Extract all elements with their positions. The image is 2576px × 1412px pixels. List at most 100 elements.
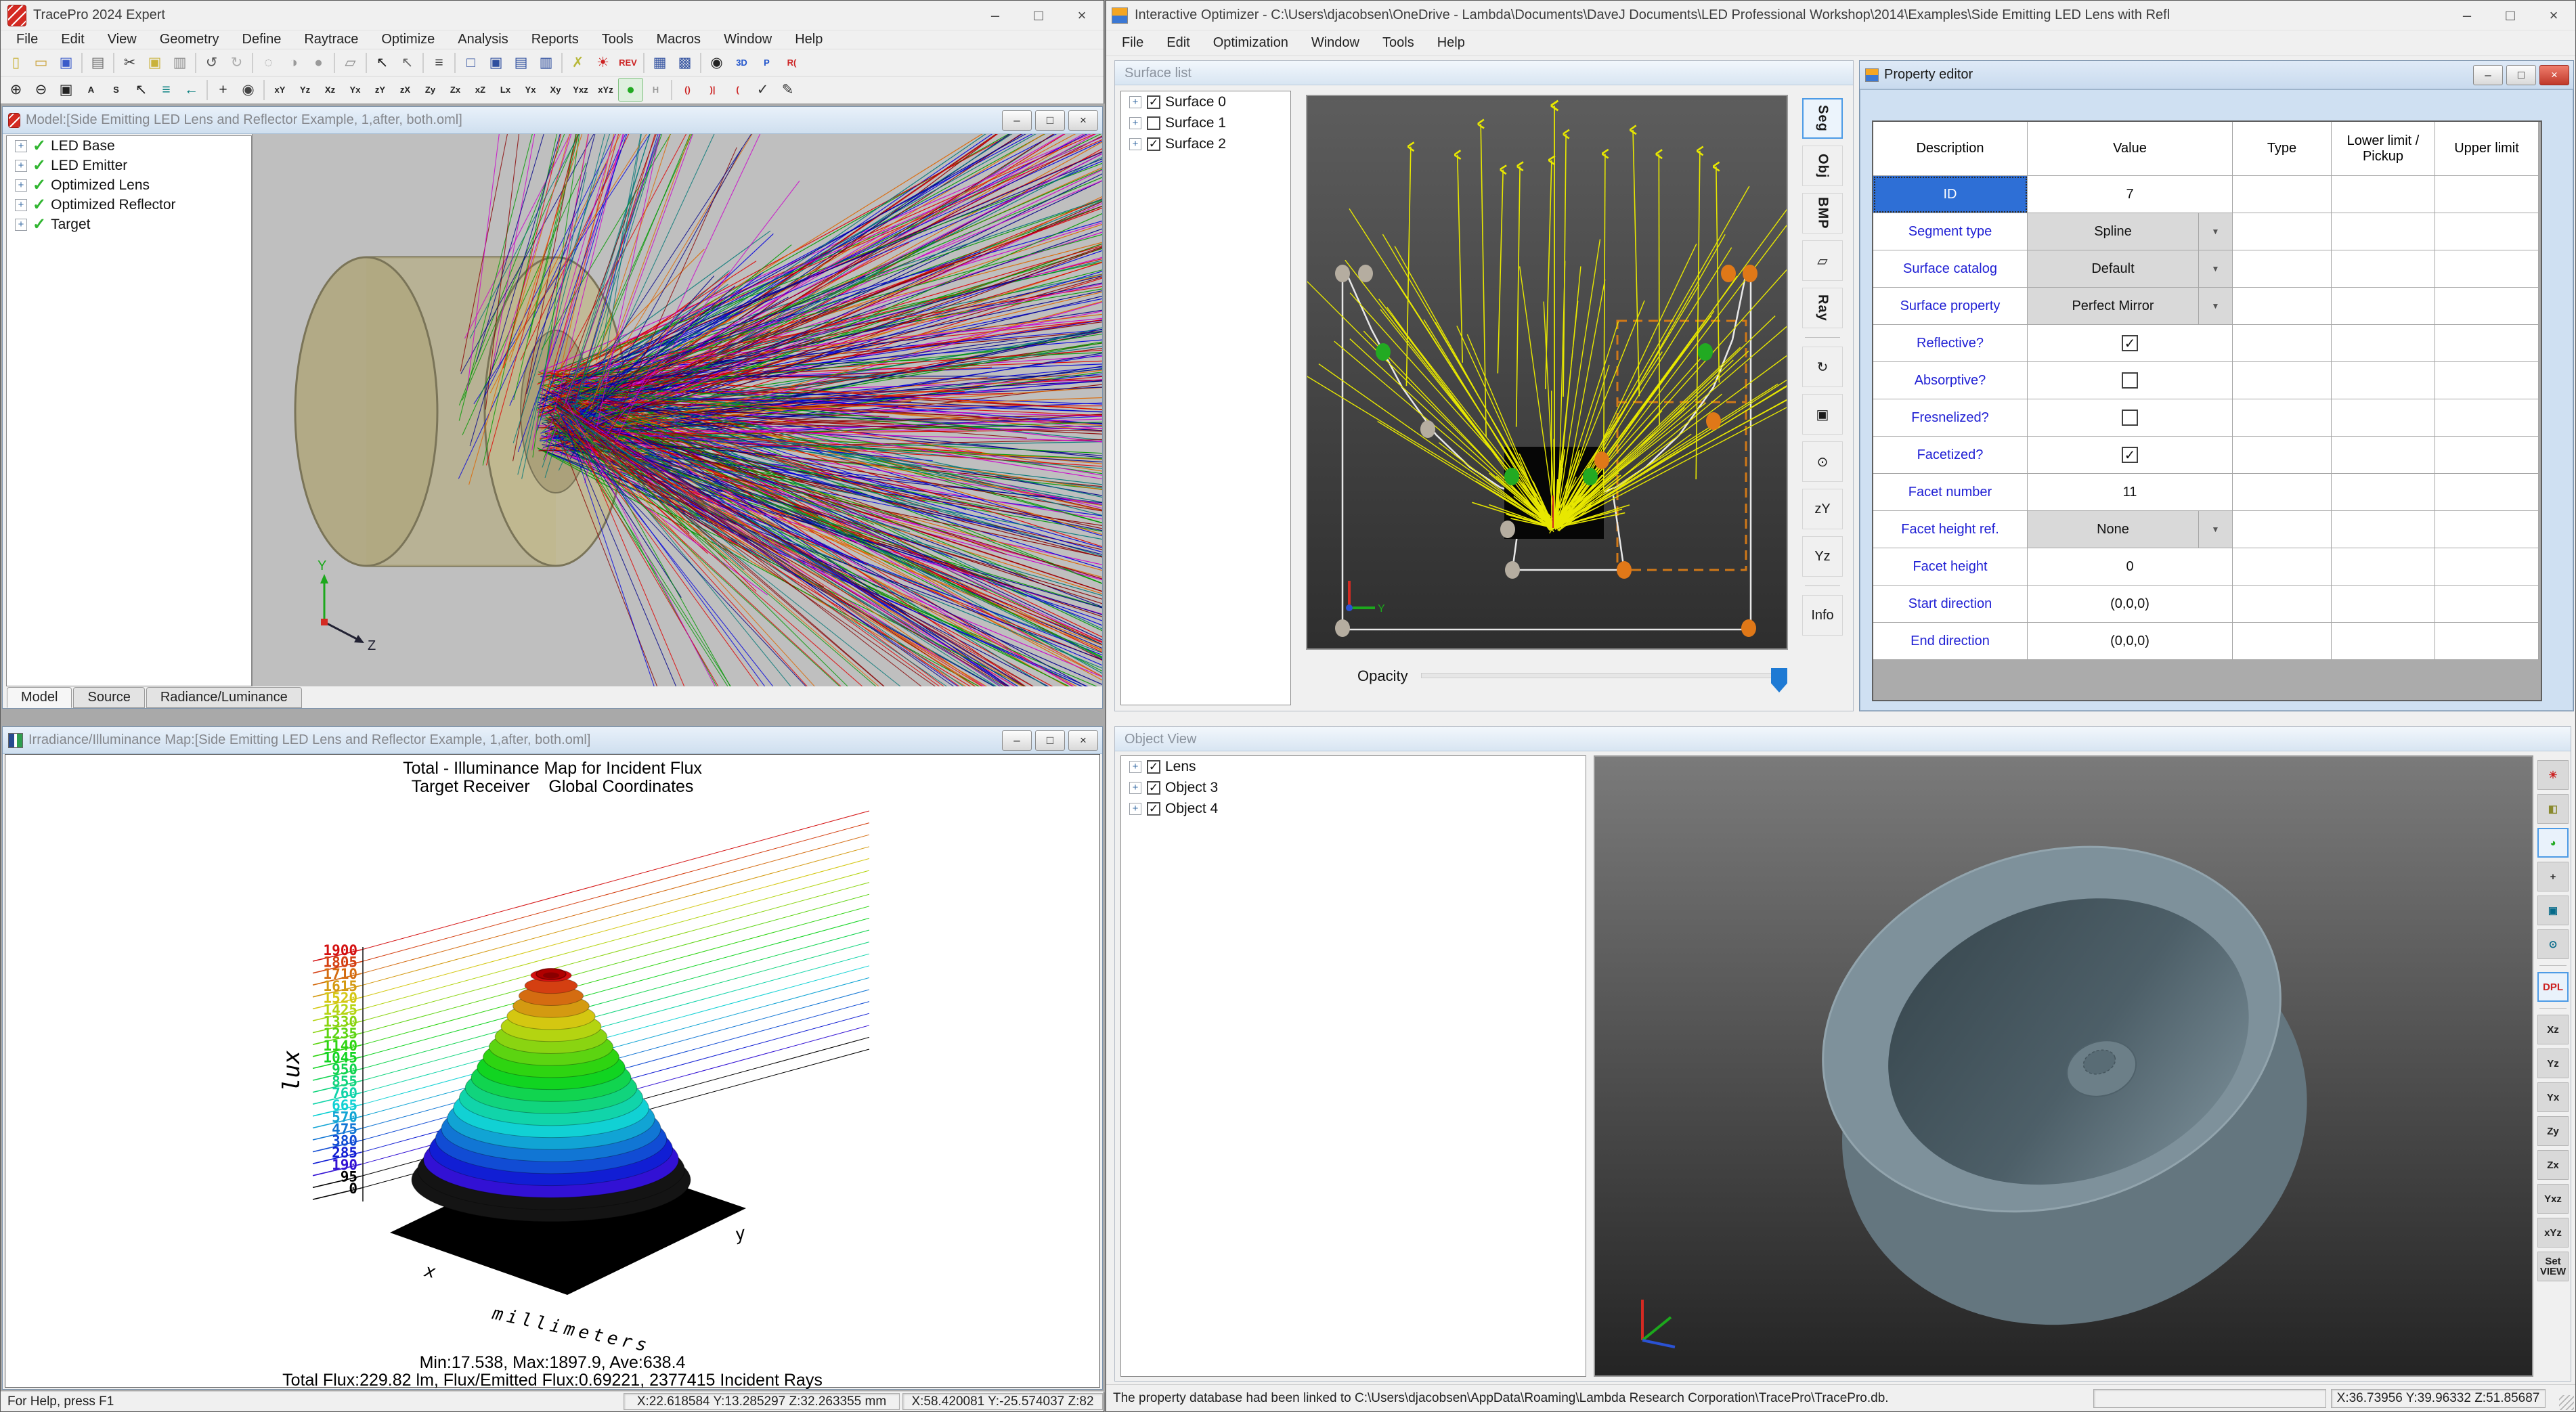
dropdown-arrow-icon[interactable]: ▼: [2199, 288, 2233, 325]
menu-item-help[interactable]: Help: [783, 30, 834, 49]
close-button[interactable]: ×: [1060, 1, 1104, 30]
view-yz-icon[interactable]: Yz: [2537, 1049, 2569, 1078]
view-xz2-icon[interactable]: xZ: [468, 78, 493, 102]
resize-grip[interactable]: [2559, 1395, 2574, 1410]
property-value-checkbox-cell[interactable]: [2028, 362, 2233, 399]
view-yx-icon[interactable]: Yx: [2537, 1082, 2569, 1112]
opacity-slider-thumb[interactable]: [1771, 668, 1787, 692]
tab-radiance-luminance[interactable]: Radiance/Luminance: [146, 687, 302, 708]
menu-item-raytrace[interactable]: Raytrace: [292, 30, 370, 49]
window-cascade-icon[interactable]: ▣: [483, 51, 508, 74]
repeat-trace-icon[interactable]: R(: [779, 51, 804, 74]
expand-icon[interactable]: +: [15, 199, 27, 211]
menu-item-help[interactable]: Help: [1426, 34, 1477, 52]
control-point-selected[interactable]: [1706, 412, 1721, 430]
tab-source[interactable]: Source: [73, 687, 144, 708]
object-tree-item-object-4[interactable]: +✓Object 4: [1121, 798, 1586, 819]
expand-icon[interactable]: +: [1129, 782, 1141, 794]
surface-tree-item-surface-2[interactable]: +✓Surface 2: [1121, 133, 1290, 154]
ray-back-icon[interactable]: ←: [179, 78, 204, 102]
polyline-icon[interactable]: P: [754, 51, 779, 74]
expand-icon[interactable]: +: [15, 160, 27, 172]
visibility-checkbox[interactable]: ✓: [1147, 137, 1160, 151]
view-lx-icon[interactable]: Zx: [443, 78, 468, 102]
minimize-button[interactable]: –: [974, 1, 1017, 30]
ray-sort-icon[interactable]: ≡: [154, 78, 179, 102]
control-point-fixed[interactable]: [1335, 265, 1350, 282]
model-tree-item-target[interactable]: +✓Target: [7, 215, 251, 234]
menu-item-file[interactable]: File: [5, 30, 49, 49]
model-window-titlebar[interactable]: Model:[Side Emitting LED Lens and Reflec…: [3, 107, 1102, 134]
menu-item-optimize[interactable]: Optimize: [370, 30, 446, 49]
pan-icon[interactable]: +: [2537, 862, 2569, 891]
rotate-axes-icon[interactable]: ↻: [1802, 347, 1843, 387]
property-value[interactable]: 11: [2028, 474, 2233, 511]
menu-item-analysis[interactable]: Analysis: [446, 30, 519, 49]
view-iso1-icon[interactable]: Yxz: [2537, 1184, 2569, 1214]
view-iso2-icon[interactable]: xYz: [2537, 1218, 2569, 1248]
visibility-checkbox[interactable]: [1147, 116, 1160, 130]
orbit-sphere-icon[interactable]: ●: [618, 78, 643, 102]
menu-item-define[interactable]: Define: [231, 30, 293, 49]
expand-icon[interactable]: +: [15, 140, 27, 152]
control-point-selected[interactable]: [1617, 561, 1632, 579]
ruler-icon[interactable]: ▱: [1802, 240, 1843, 281]
property-value[interactable]: (0,0,0): [2028, 623, 2233, 660]
control-point-active[interactable]: [1583, 468, 1598, 485]
property-row-facet-height-ref-[interactable]: Facet height ref.: [1873, 511, 2028, 548]
optimizer-titlebar[interactable]: Interactive Optimizer - C:\Users\djacobs…: [1106, 1, 2575, 30]
control-point-fixed[interactable]: [1505, 561, 1520, 579]
open-folder-icon[interactable]: ▭: [28, 51, 53, 74]
source-rays-icon[interactable]: ☀: [2537, 760, 2569, 790]
view-lx2-icon[interactable]: Lx: [493, 78, 518, 102]
object-3d-viewport[interactable]: [1594, 755, 2533, 1377]
view-iso-icon[interactable]: Yxz: [568, 78, 593, 102]
menu-item-macros[interactable]: Macros: [645, 30, 712, 49]
insert-rays-icon[interactable]: ✗: [565, 51, 590, 74]
menu-item-window[interactable]: Window: [712, 30, 783, 49]
control-point-active[interactable]: [1504, 468, 1519, 485]
model-tree-item-led-emitter[interactable]: +✓LED Emitter: [7, 156, 251, 175]
ray-button[interactable]: Ray: [1802, 288, 1843, 328]
property-row-reflective-[interactable]: Reflective?: [1873, 325, 2028, 362]
opacity-slider[interactable]: [1421, 673, 1784, 678]
visibility-checkbox[interactable]: ✓: [1147, 760, 1160, 774]
property-value-checkbox-cell[interactable]: ✓: [2028, 437, 2233, 474]
model-tree-item-optimized-reflector[interactable]: +✓Optimized Reflector: [7, 195, 251, 215]
view-ly-icon[interactable]: Zy: [418, 78, 443, 102]
dpl-raytrace-icon[interactable]: DPL: [2537, 972, 2569, 1002]
control-point-selected[interactable]: [1594, 451, 1609, 469]
property-value[interactable]: (0,0,0): [2028, 586, 2233, 623]
property-row-end-direction[interactable]: End direction: [1873, 623, 2028, 660]
model-close-button[interactable]: ×: [1068, 110, 1098, 131]
control-point-active[interactable]: [1698, 343, 1713, 361]
menu-item-geometry[interactable]: Geometry: [148, 30, 231, 49]
obj-button[interactable]: Obj: [1802, 146, 1843, 186]
property-value[interactable]: 0: [2028, 548, 2233, 586]
zoom-window-icon[interactable]: ▣: [53, 78, 79, 102]
h-icon[interactable]: H: [643, 78, 668, 102]
property-restore-button[interactable]: □: [2506, 65, 2536, 85]
axis-zy-icon[interactable]: zY: [1802, 489, 1843, 529]
property-row-facet-number[interactable]: Facet number: [1873, 474, 2028, 511]
property-value-dropdown[interactable]: Perfect Mirror: [2028, 288, 2199, 325]
sweep-icon[interactable]: ▱: [338, 51, 363, 74]
irradiance-map-icon[interactable]: ▩: [672, 51, 697, 74]
expand-icon[interactable]: +: [1129, 117, 1141, 129]
zoom-selection-icon[interactable]: S: [104, 78, 129, 102]
map-restore-button[interactable]: □: [1035, 730, 1065, 751]
save-icon[interactable]: ▣: [53, 51, 79, 74]
dropdown-arrow-icon[interactable]: ▼: [2199, 250, 2233, 288]
redo-icon[interactable]: ↻: [224, 51, 249, 74]
property-row-facetized-[interactable]: Facetized?: [1873, 437, 2028, 474]
view-xy2-icon[interactable]: Xy: [543, 78, 568, 102]
property-checkbox[interactable]: ✓: [2122, 447, 2138, 463]
maximize-button[interactable]: □: [1017, 1, 1060, 30]
tile-horizontal-icon[interactable]: ▤: [508, 51, 533, 74]
object-view-header[interactable]: Object View: [1115, 727, 2571, 751]
property-row-surface-property[interactable]: Surface property: [1873, 288, 2028, 325]
visibility-checkbox[interactable]: ✓: [1147, 802, 1160, 816]
edit-surface-icon[interactable]: ✎: [775, 78, 800, 102]
control-point-selected[interactable]: [1721, 265, 1736, 282]
sphere-half-icon[interactable]: ◑: [281, 51, 306, 74]
